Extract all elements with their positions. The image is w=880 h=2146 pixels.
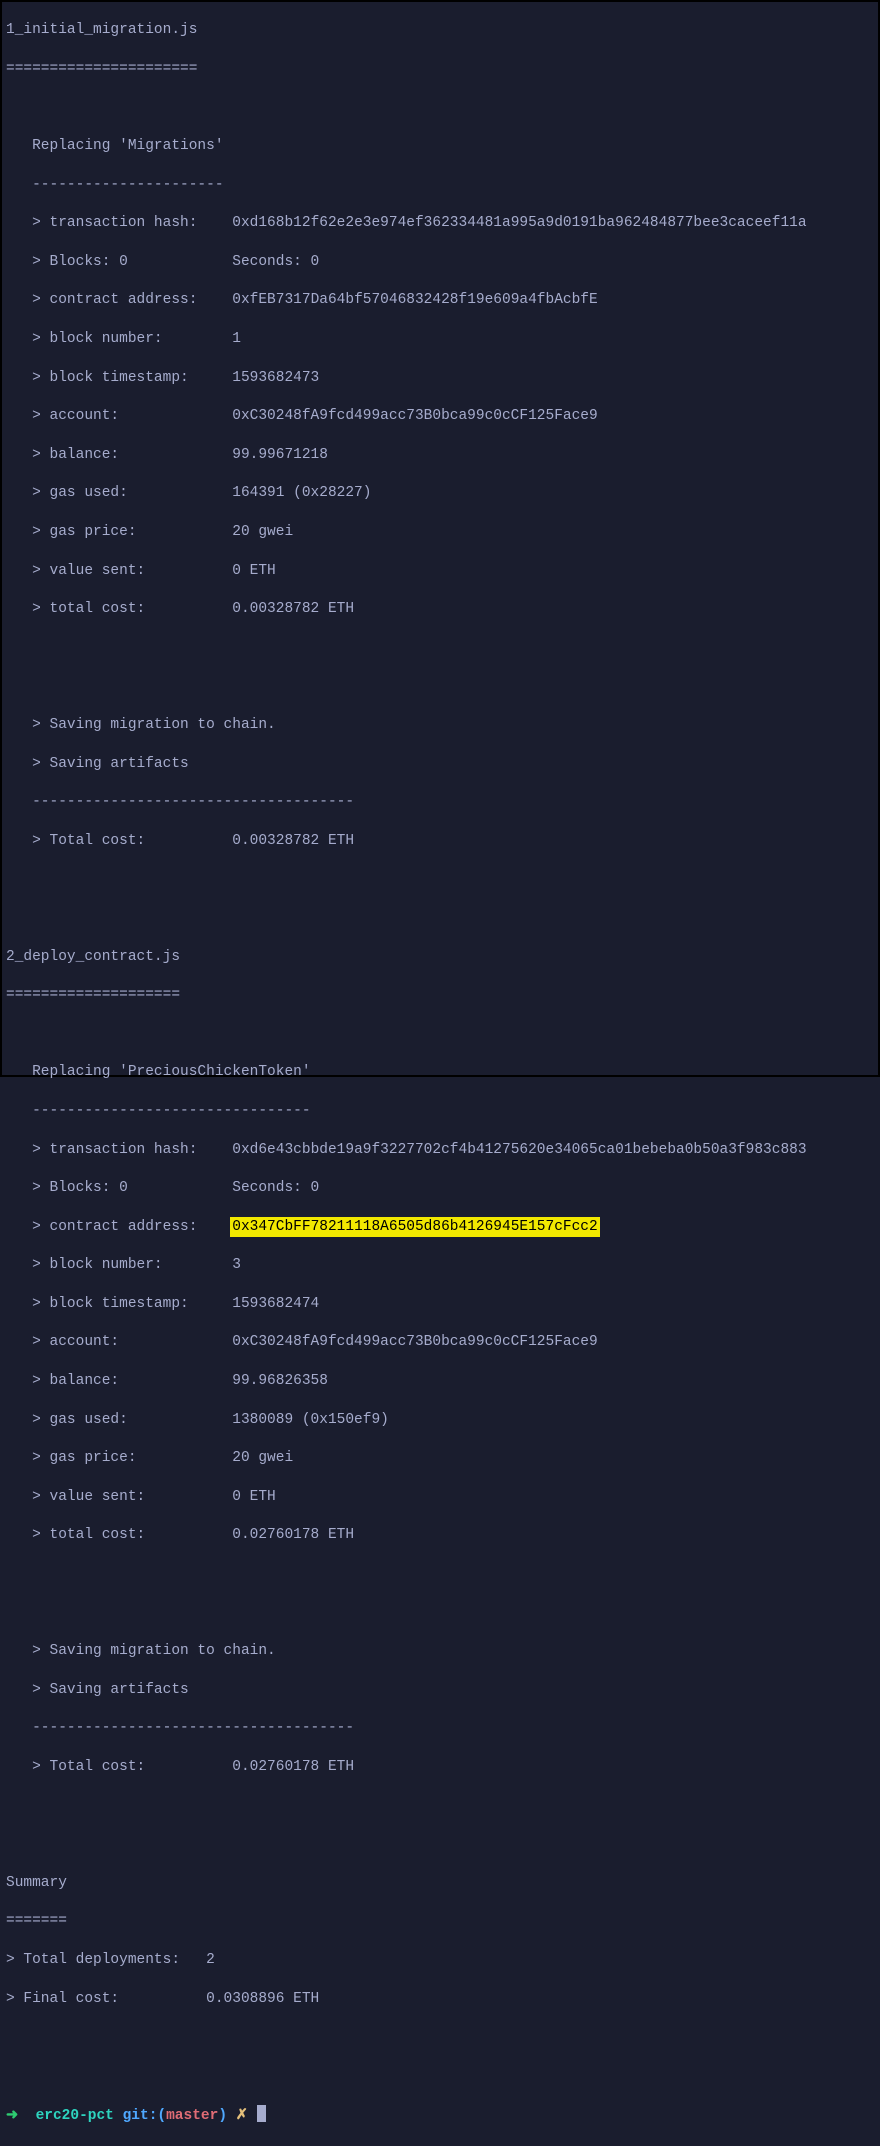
migration2-saving-artifacts: > Saving artifacts xyxy=(6,1681,874,1700)
migration1-blocks: > Blocks: 0 Seconds: 0 xyxy=(6,253,874,272)
migration1-saving-chain: > Saving migration to chain. xyxy=(6,716,874,735)
migration2-block-timestamp: > block timestamp: 1593682474 xyxy=(6,1295,874,1314)
migration2-blocks: > Blocks: 0 Seconds: 0 xyxy=(6,1179,874,1198)
terminal-output[interactable]: 1_initial_migration.js =================… xyxy=(2,2,878,2146)
migration1-block-timestamp: > block timestamp: 1593682473 xyxy=(6,369,874,388)
migration2-balance: > balance: 99.96826358 xyxy=(6,1372,874,1391)
migration1-final-cost: > Total cost: 0.00328782 ETH xyxy=(6,832,874,851)
migration1-gas-price: > gas price: 20 gwei xyxy=(6,523,874,542)
migration1-replacing: Replacing 'Migrations' xyxy=(6,137,874,156)
migration1-account: > account: 0xC30248fA9fcd499acc73B0bca99… xyxy=(6,407,874,426)
migration2-gas-used: > gas used: 1380089 (0x150ef9) xyxy=(6,1411,874,1430)
summary-ul: ======= xyxy=(6,1912,874,1931)
summary-deployments: > Total deployments: 2 xyxy=(6,1951,874,1970)
prompt-dirty-icon: ✗ xyxy=(227,2108,257,2124)
migration2-block-number: > block number: 3 xyxy=(6,1256,874,1275)
shell-prompt[interactable]: ➜ erc20-pct git:(master) ✗ xyxy=(6,2105,874,2126)
migration1-block-number: > block number: 1 xyxy=(6,330,874,349)
migration2-total-cost: > total cost: 0.02760178 ETH xyxy=(6,1526,874,1545)
migration2-value-sent: > value sent: 0 ETH xyxy=(6,1488,874,1507)
migration1-file: 1_initial_migration.js xyxy=(6,21,874,40)
prompt-arrow-icon: ➜ xyxy=(6,2108,36,2124)
migration1-gas-used: > gas used: 164391 (0x28227) xyxy=(6,484,874,503)
migration2-file: 2_deploy_contract.js xyxy=(6,948,874,967)
migration2-replacing: Replacing 'PreciousChickenToken' xyxy=(6,1063,874,1082)
highlighted-contract-address: 0x347CbFF78211118A6505d86b4126945E157cFc… xyxy=(232,1219,597,1235)
migration2-contract-address: > contract address: 0x347CbFF78211118A65… xyxy=(6,1218,874,1237)
migration1-file-ul: ====================== xyxy=(6,60,874,79)
migration2-file-ul: ==================== xyxy=(6,986,874,1005)
prompt-directory: erc20-pct xyxy=(36,2108,114,2124)
migration1-tx-hash: > transaction hash: 0xd168b12f62e2e3e974… xyxy=(6,214,874,233)
migration2-tx-hash: > transaction hash: 0xd6e43cbbde19a9f322… xyxy=(6,1141,874,1160)
migration1-replacing-ul: ---------------------- xyxy=(6,176,874,195)
summary-title: Summary xyxy=(6,1874,874,1893)
migration2-save-ul: ------------------------------------- xyxy=(6,1719,874,1738)
migration1-contract-address: > contract address: 0xfEB7317Da64bf57046… xyxy=(6,291,874,310)
migration2-account: > account: 0xC30248fA9fcd499acc73B0bca99… xyxy=(6,1333,874,1352)
migration2-final-cost: > Total cost: 0.02760178 ETH xyxy=(6,1758,874,1777)
prompt-branch: master xyxy=(166,2108,218,2124)
prompt-git-label: git: xyxy=(114,2108,158,2124)
migration1-saving-artifacts: > Saving artifacts xyxy=(6,755,874,774)
migration1-total-cost: > total cost: 0.00328782 ETH xyxy=(6,600,874,619)
migration2-replacing-ul: -------------------------------- xyxy=(6,1102,874,1121)
migration1-balance: > balance: 99.99671218 xyxy=(6,446,874,465)
migration2-gas-price: > gas price: 20 gwei xyxy=(6,1449,874,1468)
cursor-icon xyxy=(257,2105,266,2122)
migration2-saving-chain: > Saving migration to chain. xyxy=(6,1642,874,1661)
summary-final-cost: > Final cost: 0.0308896 ETH xyxy=(6,1990,874,2009)
migration1-save-ul: ------------------------------------- xyxy=(6,793,874,812)
migration1-value-sent: > value sent: 0 ETH xyxy=(6,562,874,581)
